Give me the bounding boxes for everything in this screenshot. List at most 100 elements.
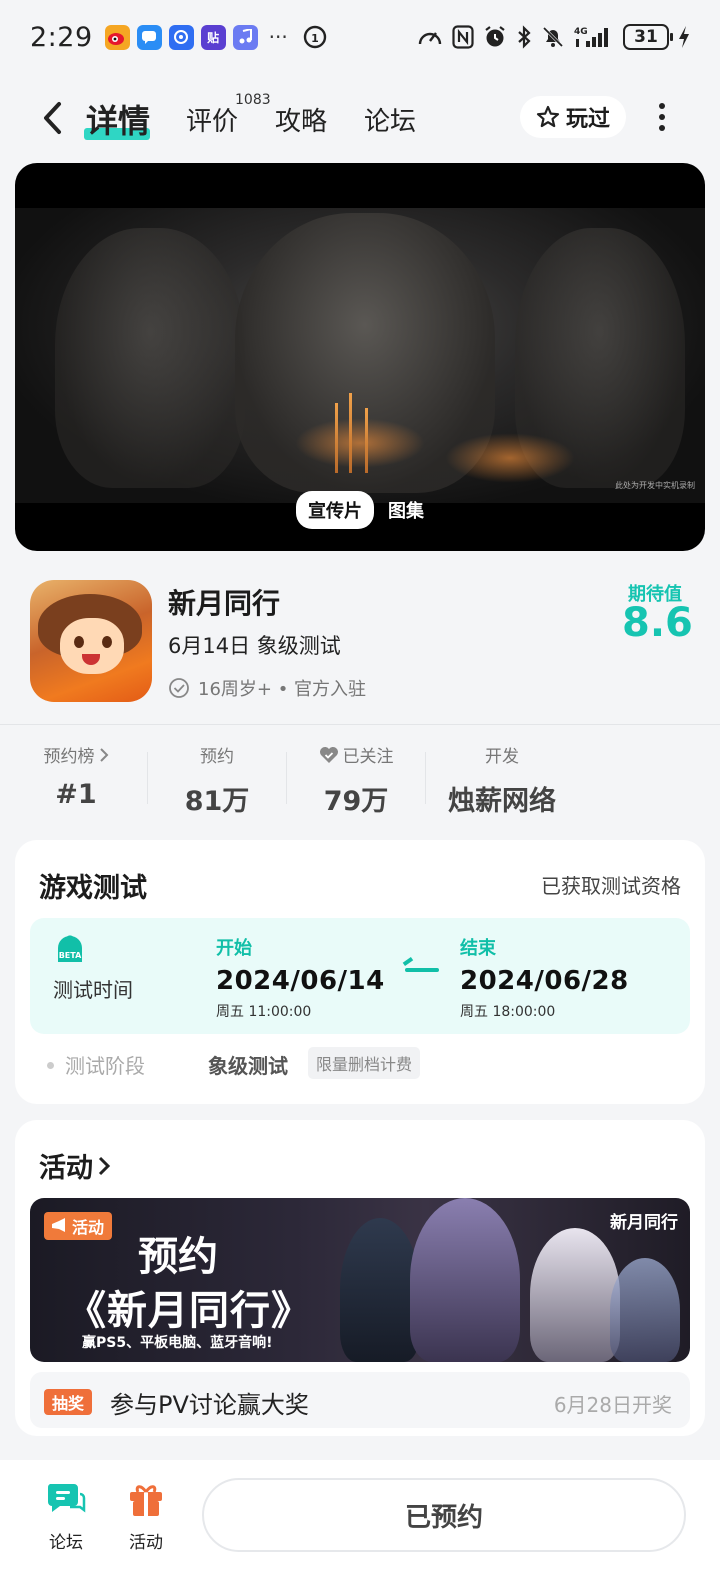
test-end-time: 周五 18:00:00 xyxy=(460,1004,556,1020)
game-icon-eye xyxy=(74,636,84,648)
bullet-icon xyxy=(47,1062,54,1069)
stat-developer[interactable]: 开发 烛薪网络 xyxy=(440,742,564,818)
tab-review[interactable]: 评价 xyxy=(186,101,238,138)
tab-trailer[interactable]: 宣传片 xyxy=(296,491,374,529)
test-qualification-status[interactable]: 已获取测试资格 xyxy=(541,870,681,899)
test-start: 开始 2024/06/14 周五 11:00:00 xyxy=(216,934,385,1021)
stat-divider xyxy=(286,752,287,804)
media-tabs: 宣传片 图集 xyxy=(15,491,705,529)
top-nav: 详情 评价 攻略 论坛 玩过 xyxy=(0,84,720,150)
incense-glow xyxy=(445,433,575,483)
incense-stick xyxy=(349,393,352,473)
statue-left xyxy=(55,228,245,488)
megaphone-icon xyxy=(52,1218,65,1232)
review-count-badge: 1083 xyxy=(235,92,271,108)
verified-check-icon xyxy=(169,678,189,698)
reserved-button[interactable]: 已预约 xyxy=(202,1478,686,1552)
video-frame xyxy=(15,208,705,503)
incense-glow xyxy=(295,418,425,468)
activity-card: 活动 活动 预约 《新月同行》 赢PS5、平板电脑、蓝牙音响! 新月同行 抽奖 … xyxy=(15,1120,705,1436)
stat-reserve-rank[interactable]: 预约榜 #1 xyxy=(34,742,118,810)
game-test-card: 游戏测试 已获取测试资格 BETA 测试时间 开始 2024/06/14 周五 … xyxy=(15,840,705,1104)
music-app-icon xyxy=(232,24,258,50)
back-button[interactable] xyxy=(34,98,70,138)
test-end-label: 结束 xyxy=(460,938,496,959)
banner-character xyxy=(610,1258,680,1362)
tab-forum[interactable]: 论坛 xyxy=(364,101,416,138)
stat-reserve-rank-label: 预约榜 xyxy=(43,747,95,767)
status-bar: 2:29 贴 ··· 1 4G 31 xyxy=(0,0,720,74)
stat-reservations-value: 81万 xyxy=(184,786,250,817)
expectation-score: 8.6 xyxy=(622,600,693,646)
lottery-item[interactable]: 抽奖 参与PV讨论赢大奖 6月28日开奖 xyxy=(30,1372,690,1428)
mute-icon xyxy=(541,25,565,49)
test-card-title: 游戏测试 xyxy=(39,873,147,904)
played-label: 玩过 xyxy=(565,107,610,132)
stat-reserve-rank-value: #1 xyxy=(55,779,97,810)
stat-followed[interactable]: 已关注 79万 xyxy=(310,742,402,818)
test-phase-tag: 限量删档计费 xyxy=(308,1047,421,1079)
chevron-left-icon xyxy=(44,102,61,134)
stat-followed-label: 已关注 xyxy=(342,747,394,767)
stat-reservations: 预约 81万 xyxy=(170,742,264,818)
played-button[interactable]: 玩过 xyxy=(520,96,626,138)
tieba-app-icon: 贴 xyxy=(200,24,226,50)
stat-followed-value: 79万 xyxy=(323,786,389,817)
stat-label: 开发 xyxy=(440,742,564,767)
bluetooth-icon xyxy=(516,25,532,49)
dot-icon xyxy=(659,125,665,131)
star-icon xyxy=(536,105,560,128)
game-meta: 16周岁+ • 官方入驻 xyxy=(168,675,366,701)
stat-label: 预约 xyxy=(170,742,264,767)
game-title: 新月同行 xyxy=(168,587,281,620)
activity-banner[interactable]: 活动 预约 《新月同行》 赢PS5、平板电脑、蓝牙音响! 新月同行 xyxy=(30,1198,690,1362)
beta-icon: BETA xyxy=(58,935,82,962)
svg-text:1: 1 xyxy=(311,32,319,45)
tab-detail[interactable]: 详情 xyxy=(84,96,151,142)
dot-icon xyxy=(659,114,665,120)
activity-title[interactable]: 活动 xyxy=(39,1146,111,1185)
game-meta-text: 16周岁+ • 官方入驻 xyxy=(198,679,367,700)
lottery-tag: 抽奖 xyxy=(44,1389,93,1415)
status-time: 2:29 xyxy=(30,21,93,53)
promo-video-player[interactable]: 此处为开发中实机录制 宣传片 图集 xyxy=(15,163,705,551)
tab-guide-label: 攻略 xyxy=(275,107,328,137)
more-notifications-icon: ··· xyxy=(268,25,288,49)
test-time-box: BETA 测试时间 开始 2024/06/14 周五 11:00:00 结束 2… xyxy=(30,918,690,1034)
gift-icon xyxy=(130,1485,162,1516)
alarm-icon xyxy=(483,25,507,49)
forum-button[interactable]: 论坛 xyxy=(36,1480,96,1553)
test-time-label: 测试时间 xyxy=(53,978,133,1002)
tab-detail-label: 详情 xyxy=(86,102,151,140)
activity-title-label: 活动 xyxy=(39,1153,93,1184)
stat-reservations-label: 预约 xyxy=(200,747,234,767)
chevron-right-icon xyxy=(98,1156,111,1175)
test-phase-value: 象级测试 xyxy=(208,1054,288,1078)
stat-divider xyxy=(425,752,426,804)
stat-divider xyxy=(147,752,148,804)
charging-icon xyxy=(678,25,690,49)
tab-review-label: 评价 xyxy=(186,107,239,137)
activity-label: 活动 xyxy=(129,1533,163,1553)
data-saver-icon: 1 xyxy=(302,24,328,50)
tab-guide[interactable]: 攻略 xyxy=(275,101,327,138)
activity-button[interactable]: 活动 xyxy=(116,1480,176,1553)
incense-stick xyxy=(365,408,368,473)
incense-stick xyxy=(335,403,338,473)
banner-logo: 新月同行 xyxy=(610,1213,678,1233)
banner-character xyxy=(530,1228,620,1362)
more-options-button[interactable] xyxy=(650,96,674,138)
test-end: 结束 2024/06/28 周五 18:00:00 xyxy=(460,934,629,1021)
network-type-text: 4G xyxy=(574,27,588,37)
battery-indicator: 31 xyxy=(623,24,673,50)
test-end-date: 2024/06/28 xyxy=(460,966,629,996)
test-start-time: 周五 11:00:00 xyxy=(216,1004,312,1020)
bottom-action-bar: 论坛 活动 已预约 xyxy=(0,1460,720,1588)
banner-tag-label: 活动 xyxy=(72,1218,105,1237)
stat-developer-value: 烛薪网络 xyxy=(448,786,556,817)
speed-icon xyxy=(417,25,443,49)
tab-gallery[interactable]: 图集 xyxy=(388,497,424,523)
lottery-text: 参与PV讨论赢大奖 xyxy=(110,1391,309,1419)
weibo-app-icon xyxy=(104,24,130,50)
forum-label: 论坛 xyxy=(49,1533,83,1553)
